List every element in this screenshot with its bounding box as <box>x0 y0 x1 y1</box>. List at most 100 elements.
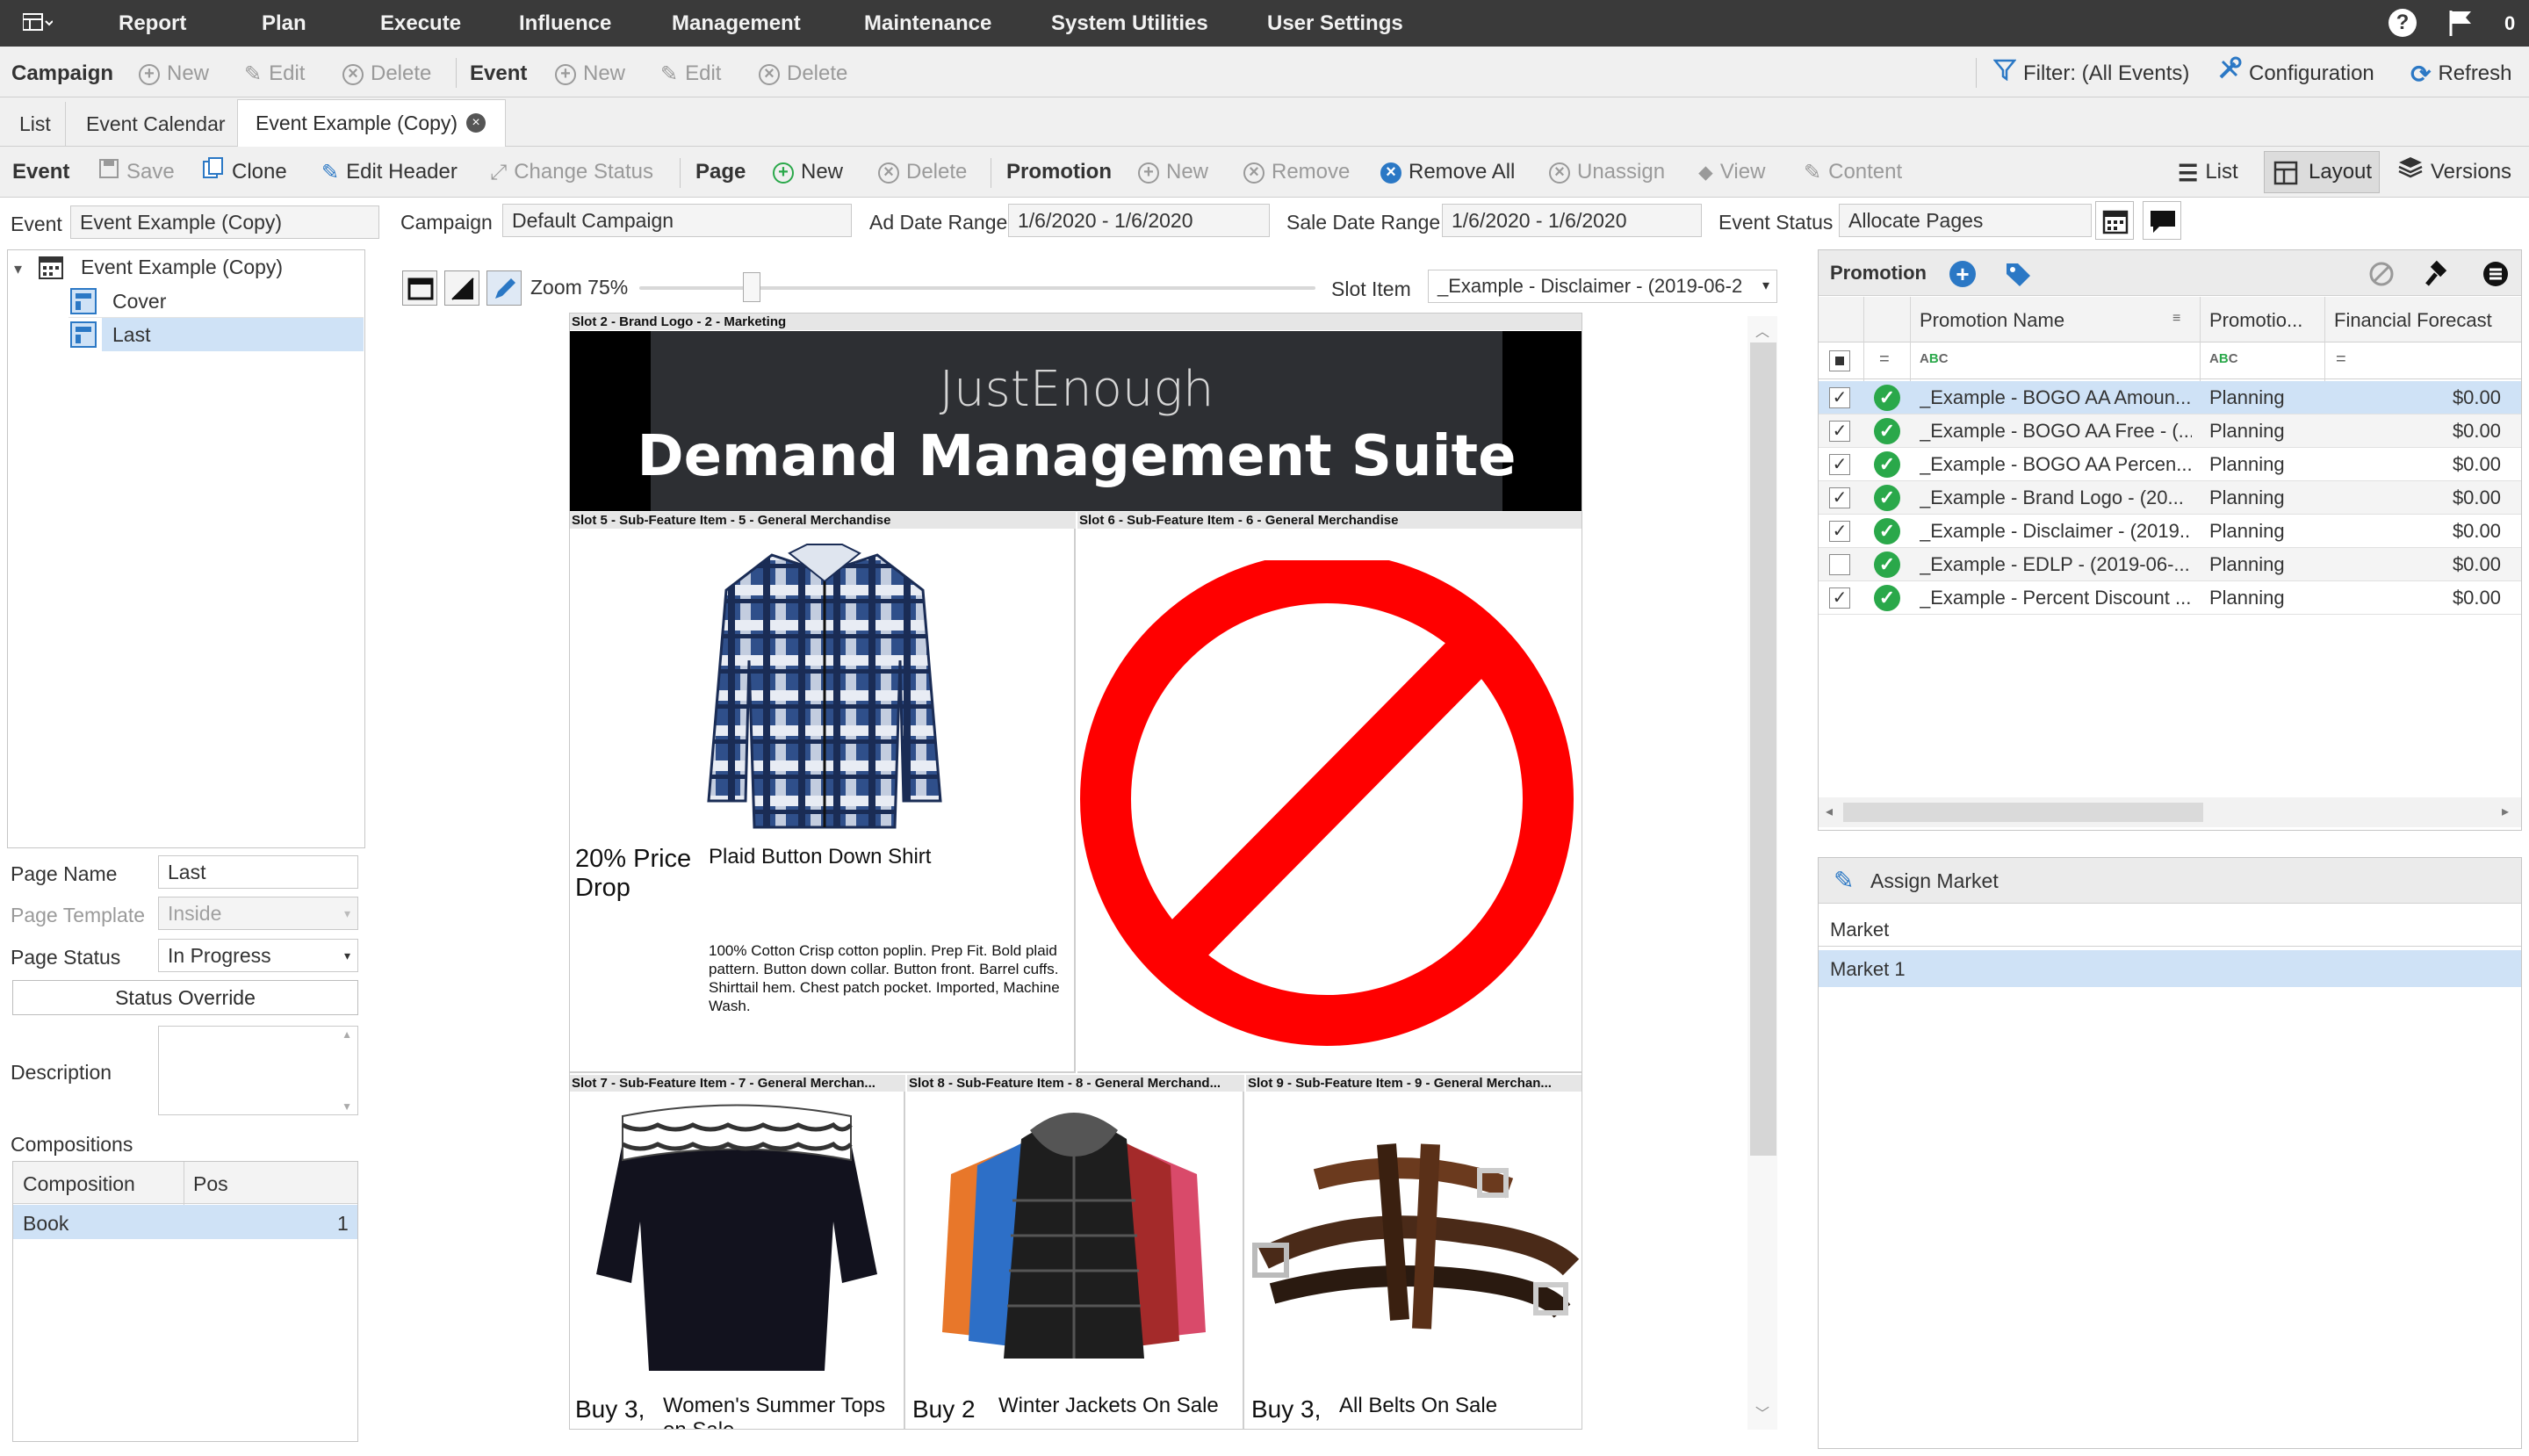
promotion-row-checkbox[interactable]: ✓ <box>1829 487 1850 508</box>
menu-system-utilities[interactable]: System Utilities <box>1051 0 1208 47</box>
flag-icon[interactable] <box>2446 9 2475 42</box>
view-button[interactable]: ⬥ View <box>1698 155 1765 190</box>
col-pos[interactable]: Pos <box>193 1172 228 1196</box>
promotion-row-forecast: $0.00 <box>2452 420 2501 442</box>
page-status-select[interactable]: In Progress ▾ <box>158 939 358 972</box>
status-override-button[interactable]: Status Override <box>12 980 358 1015</box>
market-row-selected[interactable] <box>1819 950 2521 987</box>
slot-9[interactable]: Buy 3, All Belts On Sale <box>1246 1092 1582 1429</box>
scroll-down-icon[interactable]: ▼ <box>342 1100 352 1113</box>
page-delete-button[interactable]: × Delete <box>878 155 967 190</box>
col-promotion-status[interactable]: Promotio... <box>2209 309 2302 332</box>
zoom-slider-track[interactable] <box>639 286 1315 290</box>
description-textarea[interactable]: ▲ ▼ <box>158 1026 358 1115</box>
clone-button[interactable]: Clone <box>202 155 287 190</box>
tab-event-calendar[interactable]: Event Calendar <box>72 102 241 146</box>
block-button[interactable] <box>2367 260 2396 293</box>
page-name-field[interactable]: Last <box>158 855 358 889</box>
menu-plan[interactable]: Plan <box>262 0 306 47</box>
canvas-scrollbar-thumb[interactable] <box>1750 342 1776 1156</box>
tree-item-last[interactable]: Last <box>112 318 150 351</box>
pencil-tool-button[interactable] <box>486 270 522 306</box>
remove-button[interactable]: × Remove <box>1243 155 1350 190</box>
promotion-row-checkbox[interactable]: ✓ <box>1829 587 1850 609</box>
event-delete-button[interactable]: × Delete <box>759 56 847 91</box>
slot-9-title: All Belts On Sale <box>1339 1394 1498 1417</box>
comments-button[interactable] <box>2143 201 2181 240</box>
scroll-down-icon[interactable]: ﹀ <box>1755 1402 1769 1423</box>
promotion-row-checkbox[interactable] <box>1829 554 1850 575</box>
gavel-button[interactable] <box>2424 260 2452 293</box>
list-view-button[interactable]: ☰ List <box>2178 155 2238 190</box>
promotion-row-checkbox[interactable]: ✓ <box>1829 454 1850 475</box>
refresh-button[interactable]: ⟳ Refresh <box>2410 56 2512 91</box>
filter-button[interactable]: Filter: (All Events) <box>1992 56 2189 91</box>
zoom-slider-handle[interactable] <box>743 272 760 302</box>
menu-circle-button[interactable] <box>2482 260 2510 293</box>
close-icon[interactable]: × <box>466 113 486 133</box>
campaign-new-button[interactable]: + New <box>139 56 209 91</box>
tree-item-cover[interactable]: Cover <box>112 285 166 318</box>
help-icon[interactable]: ? <box>2388 9 2417 37</box>
select-all-checkbox[interactable] <box>1829 350 1850 371</box>
menu-user-settings[interactable]: User Settings <box>1267 0 1403 47</box>
scroll-left-icon[interactable]: ◂ <box>1826 803 1833 820</box>
scroll-up-icon[interactable]: ▲ <box>342 1028 352 1041</box>
menu-execute[interactable]: Execute <box>380 0 461 47</box>
fill-tool-button[interactable] <box>444 270 479 306</box>
slot-2-banner[interactable]: JustEnough Demand Management Suite <box>570 331 1582 511</box>
layout-view-button[interactable]: Layout <box>2264 151 2380 193</box>
scroll-right-icon[interactable]: ▸ <box>2502 803 2509 820</box>
tree-root-event[interactable]: Event Example (Copy) <box>81 250 283 284</box>
filter-equals-icon[interactable]: = <box>2336 350 2346 370</box>
menu-management[interactable]: Management <box>672 0 801 47</box>
col-composition[interactable]: Composition <box>23 1172 135 1196</box>
unassign-button[interactable]: × Unassign <box>1549 155 1665 190</box>
slot-6[interactable] <box>1077 529 1582 1073</box>
filter-text-icon[interactable]: ABC <box>2209 351 2238 366</box>
menu-influence[interactable]: Influence <box>519 0 611 47</box>
promotion-row-checkbox[interactable]: ✓ <box>1829 421 1850 442</box>
campaign-edit-button[interactable]: ✎ Edit <box>244 56 305 91</box>
menu-report[interactable]: Report <box>119 0 186 47</box>
save-button[interactable]: Save <box>98 155 175 190</box>
calendar-button[interactable] <box>2095 201 2134 240</box>
app-menu-icon[interactable] <box>22 12 54 33</box>
tag-button[interactable] <box>2004 260 2032 293</box>
promotion-row-checkbox[interactable]: ✓ <box>1829 521 1850 542</box>
add-promotion-button[interactable]: + <box>1949 261 1976 287</box>
slot-5[interactable]: 20% Price Drop Plaid Button Down Shirt 1… <box>570 529 1076 1073</box>
slot-8[interactable]: Buy 2 Winter Jackets On Sale <box>907 1092 1244 1429</box>
delete-icon: × <box>1243 162 1264 184</box>
promotion-hscrollbar[interactable]: ◂ ▸ <box>1819 797 2521 827</box>
promotion-row-forecast: $0.00 <box>2452 553 2501 575</box>
event-new-button[interactable]: + New <box>555 56 625 91</box>
filter-text-icon[interactable]: ABC <box>1920 351 1949 366</box>
filter-equals-icon[interactable]: = <box>1879 350 1890 370</box>
versions-button[interactable]: Versions <box>2397 155 2511 190</box>
canvas-scrollbar[interactable]: ︿ ﹀ <box>1747 316 1777 1430</box>
scroll-up-icon[interactable]: ︿ <box>1755 320 1769 341</box>
configuration-button[interactable]: Configuration <box>2217 56 2374 91</box>
fit-page-button[interactable] <box>402 270 437 306</box>
col-market[interactable]: Market <box>1830 919 1889 941</box>
campaign-delete-button[interactable]: × Delete <box>342 56 431 91</box>
tree-collapse-icon[interactable]: ▾ <box>14 260 22 278</box>
slot-item-select[interactable]: _Example - Disclaimer - (2019-06-2 ▾ <box>1428 270 1777 303</box>
sort-icon[interactable]: ≡ <box>2172 311 2180 327</box>
content-button[interactable]: ✎ Content <box>1804 155 1902 190</box>
col-promotion-name[interactable]: Promotion Name <box>1920 309 2064 332</box>
edit-header-button[interactable]: ✎ Edit Header <box>321 155 458 190</box>
remove-all-button[interactable]: × Remove All <box>1380 155 1515 190</box>
tab-event-example-copy[interactable]: Event Example (Copy) × <box>237 99 506 147</box>
promotion-new-button[interactable]: + New <box>1138 155 1208 190</box>
promotion-hscroll-thumb[interactable] <box>1843 803 2203 822</box>
slot-7[interactable]: Buy 3, Women's Summer Tops on Sale <box>570 1092 905 1429</box>
promotion-row-checkbox[interactable]: ✓ <box>1829 387 1850 408</box>
menu-maintenance[interactable]: Maintenance <box>864 0 991 47</box>
event-edit-button[interactable]: ✎ Edit <box>660 56 721 91</box>
tab-list[interactable]: List <box>5 102 66 146</box>
col-financial-forecast[interactable]: Financial Forecast <box>2334 309 2492 332</box>
change-status-button[interactable]: ⤢ Change Status <box>490 155 653 190</box>
page-new-button[interactable]: + New <box>773 155 843 190</box>
